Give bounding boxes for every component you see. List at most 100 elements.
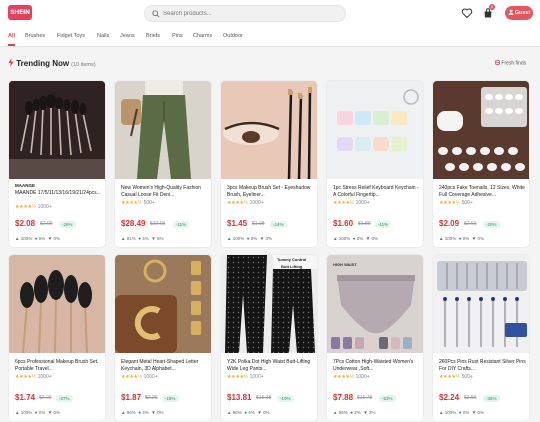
section-title: Trending Now <box>16 59 70 68</box>
stat-neutral: 0% <box>356 236 364 241</box>
product-stats: ▲ 95% ● 2% ▼ 3% <box>333 410 376 415</box>
tab-pins[interactable]: Pins <box>172 33 183 39</box>
product-image[interactable]: Tummy Control Butt Lifting <box>221 255 317 353</box>
rating-stars: ★★★★½ <box>333 374 354 380</box>
original-price: $15.18 <box>256 395 272 401</box>
product-card[interactable]: MAANGE MAANDE 17/5/11/13/16/19/21/24pcs.… <box>8 80 106 248</box>
product-price: $2.09 <box>439 219 460 228</box>
tab-brushes[interactable]: Brushes <box>25 33 45 39</box>
review-count: 1000+ <box>37 204 52 210</box>
product-price: $7.88 <box>333 393 354 402</box>
product-title[interactable]: 240pcs Fake Toenails, 12 Sizes, White Fu… <box>439 185 527 198</box>
product-card[interactable]: New Women's High-Quality Fashion Casual … <box>114 80 212 248</box>
product-title[interactable]: 7Pcs Cotton High-Waisted Women's Underwe… <box>333 359 421 372</box>
review-count: 1000+ <box>355 200 370 206</box>
stat-positive: 100% <box>444 236 457 241</box>
tab-fidget-toys[interactable]: Fidget Toys <box>57 33 85 39</box>
stat-negative: 0% <box>477 236 484 241</box>
product-image[interactable] <box>221 81 317 180</box>
review-count: 1000+ <box>249 200 264 206</box>
search-bar[interactable] <box>144 5 346 22</box>
product-stats: ▲ 100% ● 0% ▼ 0% <box>15 410 60 415</box>
product-title[interactable]: 260Pcs Pins Rust Resistant Silver Pins F… <box>439 359 527 372</box>
tummy-control-label: Tummy Control <box>277 257 307 262</box>
stat-neutral: 0% <box>38 236 46 241</box>
product-image[interactable] <box>9 255 105 354</box>
original-price: $2.20 <box>145 395 158 401</box>
rating: ★★★★½ 1000+ <box>15 204 52 210</box>
product-image[interactable] <box>9 81 105 179</box>
product-card[interactable]: 6pcs Professional Makeup Brush Set, Port… <box>8 254 106 422</box>
rating: ★★★★½ 1000+ <box>227 200 264 206</box>
tab-all[interactable]: All <box>8 33 15 39</box>
tab-nails[interactable]: Nails <box>97 33 109 39</box>
tag-icon <box>495 60 500 65</box>
discount-badge: -53% <box>379 394 396 402</box>
tab-jeans[interactable]: Jeans <box>120 33 135 39</box>
rating-stars: ★★★★½ <box>439 374 460 380</box>
product-card[interactable]: Elegant Metal Heart-Shaped Letter Keycha… <box>114 254 212 422</box>
stat-positive: 100% <box>20 236 33 241</box>
user-icon <box>508 9 514 15</box>
product-image[interactable] <box>433 81 529 179</box>
product-image[interactable] <box>115 255 211 353</box>
top-header: SHEIN 0 Guest <box>0 0 540 27</box>
product-stats: ▲ 100% ● 0% ▼ 0% <box>439 236 484 241</box>
product-card[interactable]: HIGH WAIST 7Pcs Cotton High-Waisted Wome… <box>326 254 424 422</box>
tab-charms[interactable]: Charms <box>193 33 212 39</box>
product-stats: ▲ 96% ● 4% ▼ 0% <box>227 410 270 415</box>
fresh-finds-label[interactable]: Fresh finds <box>495 60 526 67</box>
product-brand: MAANGE <box>15 183 35 188</box>
rating-stars: ★★★★½ <box>227 200 248 206</box>
product-price: $1.87 <box>121 393 142 402</box>
product-title[interactable]: 1pc Stress Relief Keyboard Keychain - A … <box>333 185 421 198</box>
rating: ★★★★½ 500+ <box>439 374 473 380</box>
original-price: $1.98 <box>252 221 265 227</box>
heart-icon[interactable] <box>461 7 473 19</box>
stat-negative: 0% <box>156 410 164 415</box>
stat-positive: 100% <box>20 410 33 415</box>
product-image[interactable]: HIGH WAIST <box>327 255 423 353</box>
product-title[interactable]: 3pcs Makeup Brush Set - Eyeshadow Brush,… <box>227 185 315 198</box>
product-image[interactable] <box>433 255 529 353</box>
product-image[interactable] <box>327 81 423 179</box>
stat-neutral: 4% <box>142 410 149 415</box>
search-icon <box>152 9 160 18</box>
original-price: $2.99 <box>40 221 53 227</box>
stat-positive: 100% <box>338 236 351 241</box>
category-tabs: All Brushes Fidget Toys Nails Jeans Brie… <box>0 27 540 47</box>
product-stats: ▲ 96% ● 4% ▼ 0% <box>121 410 164 415</box>
discount-badge: -36% <box>483 394 500 402</box>
discount-badge: -26% <box>59 220 76 228</box>
product-title[interactable]: New Women's High-Quality Fashion Casual … <box>121 185 209 198</box>
product-card[interactable]: 260Pcs Pins Rust Resistant Silver Pins F… <box>432 254 530 422</box>
product-card[interactable]: 240pcs Fake Toenails, 12 Sizes, White Fu… <box>432 80 530 248</box>
rating-stars: ★★★★½ <box>227 374 248 380</box>
guest-account-button[interactable]: Guest <box>505 6 533 20</box>
product-card[interactable]: Tummy Control Butt Lifting Y2K Polka Dot… <box>220 254 318 422</box>
product-stats: ▲ 100% ● 0% ▼ 0% <box>333 236 378 241</box>
stat-negative: 0% <box>53 236 60 241</box>
stat-negative: 0% <box>371 236 378 241</box>
product-card[interactable]: 3pcs Makeup Brush Set - Eyeshadow Brush,… <box>220 80 318 248</box>
product-image[interactable] <box>115 81 211 179</box>
tab-briefs[interactable]: Briefs <box>146 33 160 39</box>
product-card[interactable]: 1pc Stress Relief Keyboard Keychain - A … <box>326 80 424 248</box>
stat-neutral: 0% <box>38 410 46 415</box>
stat-neutral: 0% <box>462 410 470 415</box>
product-title[interactable]: MAANDE 17/5/11/13/16/19/21/24pcs... <box>15 190 103 197</box>
pins-illustration <box>433 255 529 353</box>
toenails-illustration <box>433 81 529 179</box>
product-title[interactable]: Y2K Polka Dot High Waist Butt-Lifting Wi… <box>227 359 315 372</box>
underwear-illustration <box>327 255 423 353</box>
rating-stars: ★★★★½ <box>333 200 354 206</box>
product-title[interactable]: Elegant Metal Heart-Shaped Letter Keycha… <box>121 359 209 372</box>
search-input[interactable] <box>163 8 333 20</box>
stat-neutral: 2% <box>354 410 361 415</box>
discount-badge: -27% <box>56 394 73 402</box>
product-title[interactable]: 6pcs Professional Makeup Brush Set, Port… <box>15 359 103 372</box>
review-count: 500+ <box>461 200 473 206</box>
tab-outdoor[interactable]: Outdoor <box>223 33 243 39</box>
brand-logo[interactable]: SHEIN <box>8 5 32 20</box>
review-count: 1000+ <box>37 374 52 380</box>
